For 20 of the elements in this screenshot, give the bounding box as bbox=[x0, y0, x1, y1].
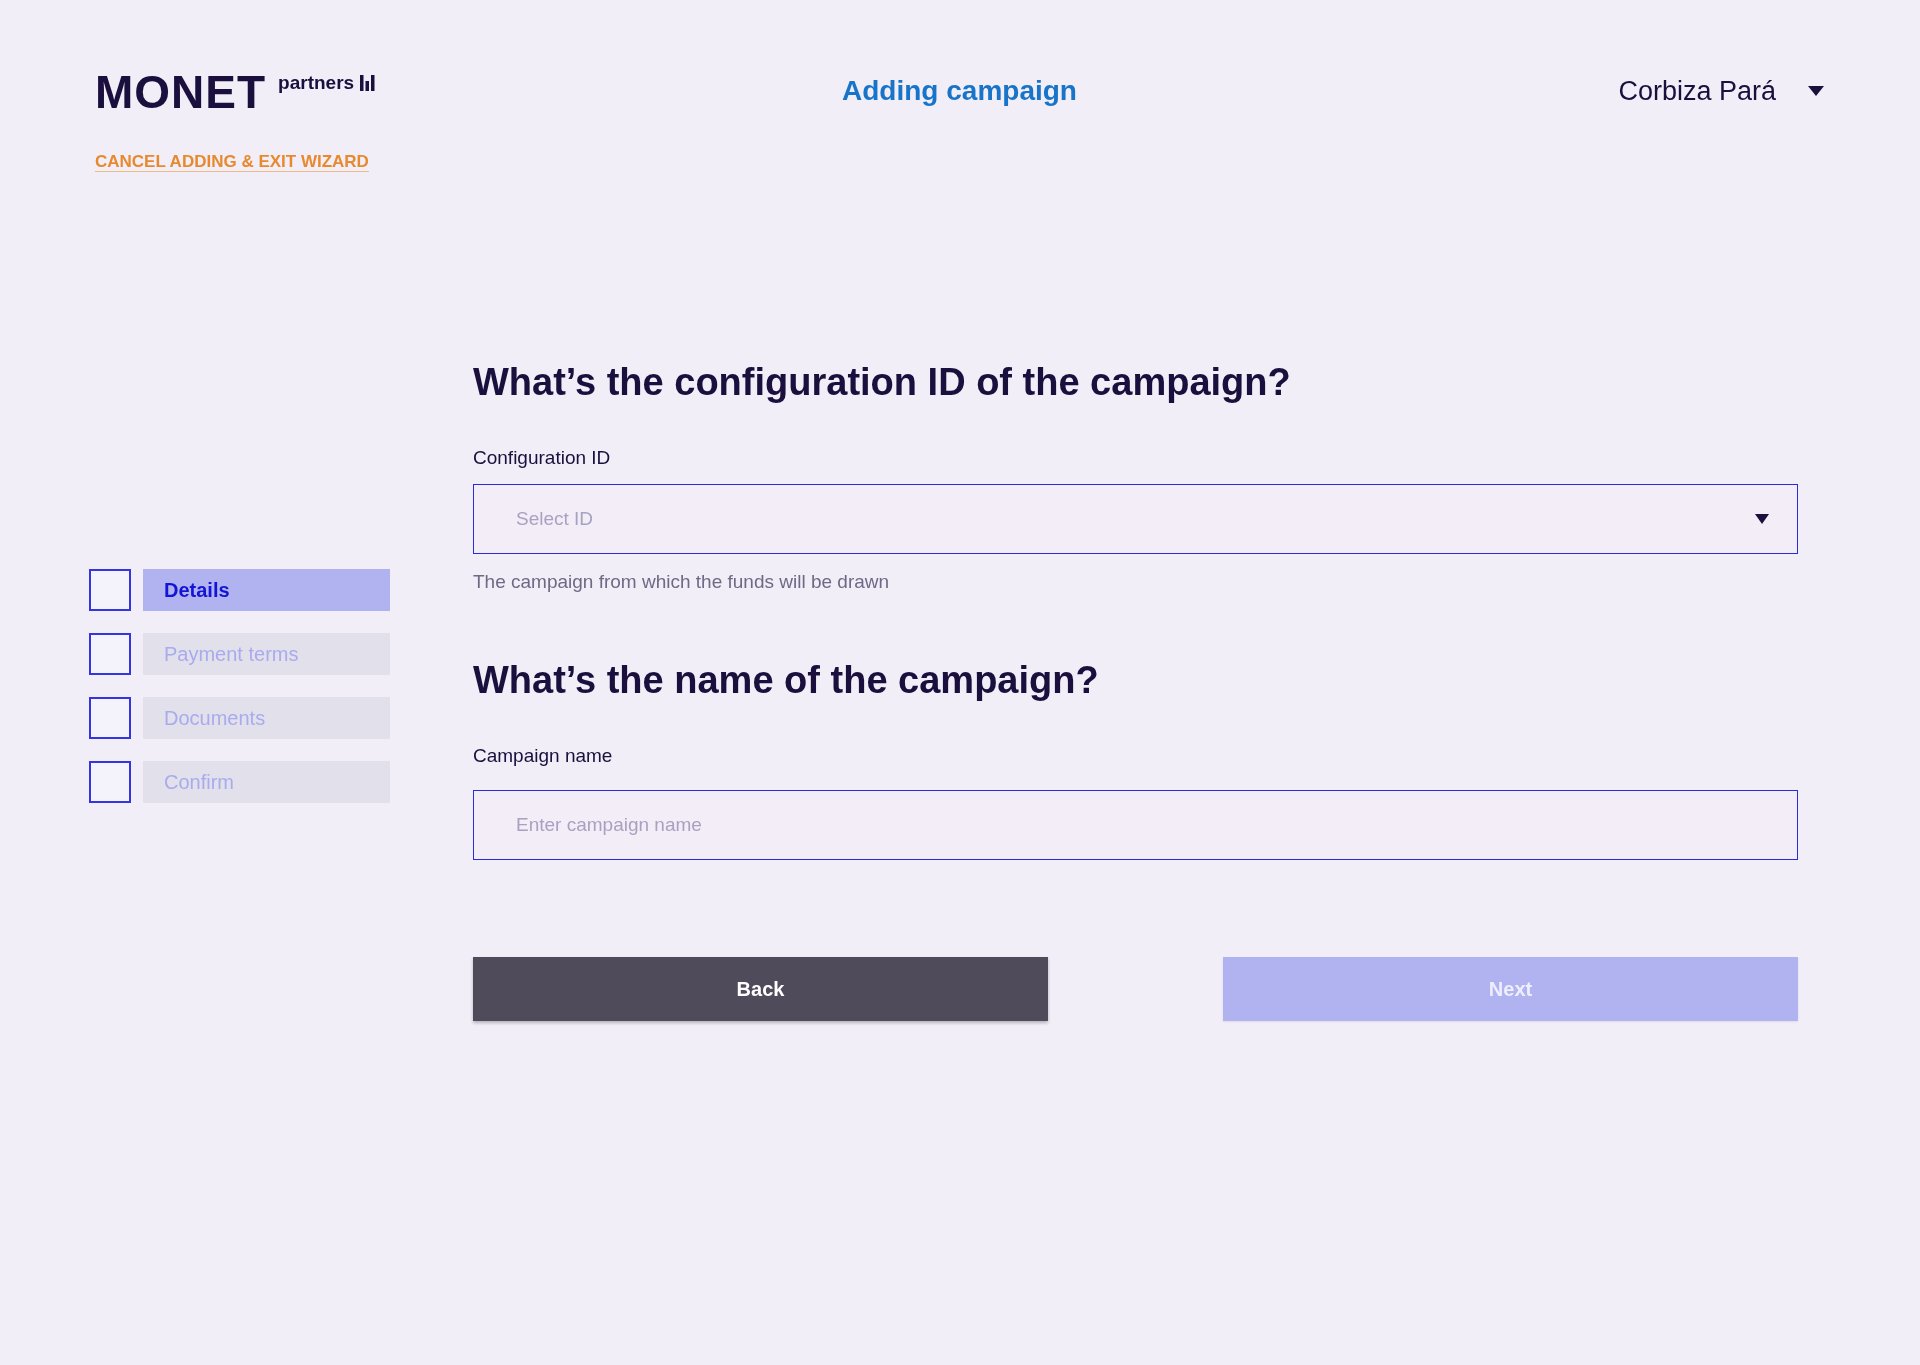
field-label: Configuration ID bbox=[473, 446, 611, 470]
step-tab[interactable]: Payment terms bbox=[143, 633, 390, 675]
text-input[interactable]: Enter campaign name bbox=[473, 790, 1798, 860]
page-title: Adding campaign bbox=[842, 74, 1077, 108]
step-tab[interactable]: Documents bbox=[143, 697, 390, 739]
back-button[interactable]: Back bbox=[473, 957, 1048, 1021]
logo-wordmark: MONET bbox=[95, 70, 267, 114]
field-label: Campaign name bbox=[473, 744, 613, 768]
select-field[interactable]: Select ID bbox=[473, 484, 1798, 554]
step-tab[interactable]: Details bbox=[143, 569, 390, 611]
field-hint: The campaign from which the funds will be drawn bbox=[473, 570, 890, 594]
step-tab[interactable]: Confirm bbox=[143, 761, 390, 803]
cancel-link[interactable]: CANCEL ADDING & EXIT WIZARD bbox=[95, 152, 369, 172]
section-heading: What’s the configuration ID of the campaign? bbox=[473, 360, 1292, 404]
bar-chart-icon bbox=[360, 75, 376, 91]
caret-icon bbox=[1808, 86, 1824, 96]
logo-tagline: partners bbox=[278, 72, 355, 94]
user-menu-button[interactable]: Corbiza Pará bbox=[1618, 74, 1824, 108]
caret-icon bbox=[1755, 514, 1769, 524]
section-heading: What’s the name of the campaign? bbox=[473, 658, 1100, 702]
